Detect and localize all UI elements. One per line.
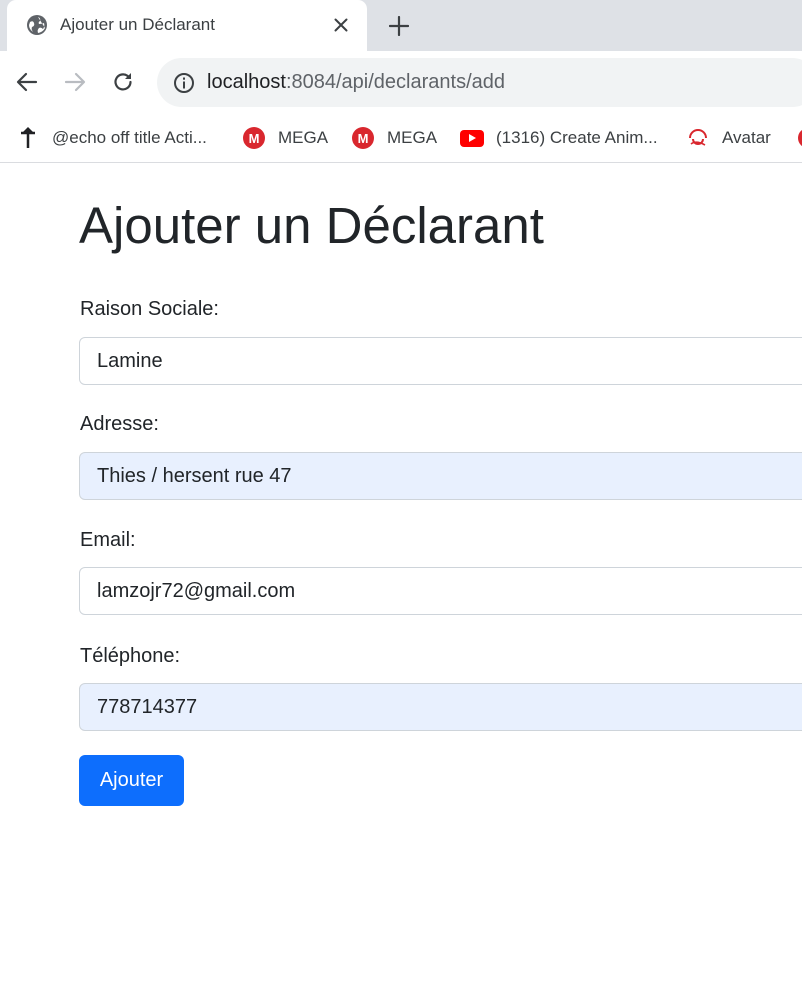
address-bar[interactable]: localhost:8084/api/declarants/add (157, 58, 802, 107)
browser-toolbar: localhost:8084/api/declarants/add (0, 51, 802, 114)
url-host: localhost (207, 71, 286, 93)
globe-icon (26, 14, 48, 36)
tab-title: Ajouter un Déclarant (60, 15, 215, 34)
telephone-label: Téléphone: (80, 645, 181, 667)
mega-icon: M (351, 126, 375, 150)
email-label: Email: (80, 529, 136, 551)
bookmark-label: Avatar (722, 128, 771, 147)
forward-icon[interactable] (61, 68, 89, 96)
adresse-input[interactable] (79, 452, 802, 500)
telephone-input[interactable] (79, 683, 802, 731)
bookmark-overflow-icon (796, 126, 802, 150)
url-text[interactable]: localhost:8084/api/declarants/add (207, 71, 505, 94)
mega-icon: M (242, 126, 266, 150)
adresse-label: Adresse: (80, 413, 159, 435)
email-input[interactable] (79, 567, 802, 615)
bookmark-item[interactable]: Avatar (686, 124, 771, 152)
bookmark-label: MEGA (387, 128, 438, 147)
bookmark-item[interactable]: M MEGA (351, 124, 437, 152)
ajouter-button[interactable]: Ajouter (79, 755, 184, 806)
back-icon[interactable] (13, 68, 41, 96)
bookmark-item[interactable]: @echo off title Acti... (16, 124, 207, 152)
bookmark-label: (1316) Create Anim... (496, 128, 658, 147)
bookmark-item[interactable] (796, 124, 802, 152)
avatar-swirl-icon (686, 126, 710, 150)
bookmarks-bar: @echo off title Acti... M MEGA M MEGA (1… (0, 114, 802, 163)
raison-sociale-label: Raison Sociale: (80, 298, 219, 320)
raison-sociale-input[interactable] (79, 337, 802, 385)
bookmark-item[interactable]: M MEGA (242, 124, 328, 152)
new-tab-icon[interactable] (385, 12, 413, 40)
bookmark-label: @echo off title Acti... (52, 128, 207, 147)
info-icon[interactable] (173, 72, 195, 94)
arrow-up-icon (16, 126, 40, 150)
page-content: Ajouter un Déclarant Raison Sociale: Adr… (0, 163, 802, 1003)
page-title: Ajouter un Déclarant (79, 197, 544, 254)
bookmark-label: MEGA (278, 128, 329, 147)
tab-strip: Ajouter un Déclarant (0, 0, 802, 51)
url-path: :8084/api/declarants/add (285, 71, 505, 93)
youtube-icon (460, 126, 484, 150)
reload-icon[interactable] (109, 68, 137, 96)
bookmark-item[interactable]: (1316) Create Anim... (460, 124, 658, 152)
close-tab-icon[interactable] (330, 14, 352, 36)
browser-tab[interactable]: Ajouter un Déclarant (7, 0, 367, 51)
